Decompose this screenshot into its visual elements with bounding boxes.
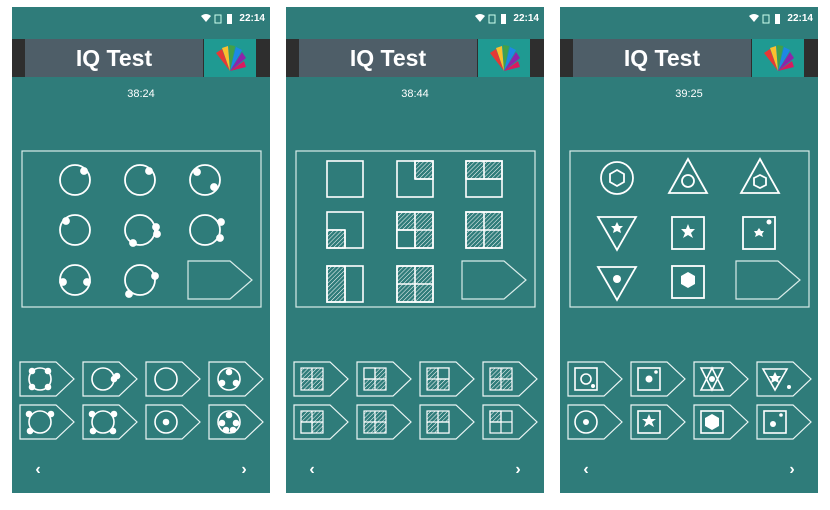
puzzle-cell-6 <box>742 216 776 250</box>
puzzle-cell-6 <box>465 211 503 249</box>
puzzle-cell-5 <box>671 216 705 250</box>
puzzle-cell-6 <box>189 214 225 246</box>
wifi-icon <box>749 14 759 22</box>
answer-option-2[interactable] <box>630 361 686 397</box>
answer-options <box>293 361 538 440</box>
status-icons <box>749 14 780 24</box>
answer-option-8[interactable] <box>482 404 538 440</box>
puzzle-cell-1 <box>600 161 634 195</box>
title-bar: IQ Test <box>560 39 818 77</box>
puzzle-cell-3 <box>465 160 503 198</box>
status-time: 22:14 <box>787 13 813 24</box>
puzzle-cell-2 <box>667 157 709 194</box>
answer-option-7[interactable] <box>419 404 475 440</box>
status-bar: 22:14 <box>560 7 818 31</box>
peacock-logo-icon <box>216 45 246 71</box>
answer-option-1[interactable] <box>293 361 349 397</box>
answer-option-7[interactable] <box>145 404 201 440</box>
puzzle-cell-3 <box>189 164 221 196</box>
answer-options <box>19 361 264 440</box>
puzzle-cell-5 <box>396 211 434 249</box>
status-time: 22:14 <box>513 13 539 24</box>
battery-icon <box>227 14 232 24</box>
answer-option-8[interactable] <box>208 404 264 440</box>
puzzle-cell-4 <box>326 211 364 249</box>
answer-option-1[interactable] <box>19 361 75 397</box>
timer: 38:24 <box>127 88 155 100</box>
app-title: IQ Test <box>299 39 477 77</box>
answer-option-4[interactable] <box>756 361 812 397</box>
answer-option-7[interactable] <box>693 404 749 440</box>
missing-answer-slot <box>735 260 801 300</box>
answer-options <box>567 361 812 440</box>
puzzle-cell-5 <box>124 214 161 247</box>
answer-option-5[interactable] <box>293 404 349 440</box>
puzzle-cell-3 <box>739 157 781 194</box>
puzzle-cell-2 <box>396 160 434 198</box>
phone-screen-3: 22:14 IQ Test 39:25 ‹ › <box>560 7 818 493</box>
puzzle-grid <box>569 150 810 308</box>
no-sim-icon <box>488 14 496 24</box>
missing-answer-slot <box>461 260 527 300</box>
title-bar: IQ Test <box>12 39 270 77</box>
peacock-logo-icon <box>764 45 794 71</box>
peacock-logo-icon <box>490 45 520 71</box>
status-time: 22:14 <box>239 13 265 24</box>
puzzle-cell-7 <box>326 265 364 303</box>
next-button[interactable]: › <box>781 459 803 481</box>
previous-button[interactable]: ‹ <box>27 459 49 481</box>
answer-option-3[interactable] <box>419 361 475 397</box>
answer-option-3[interactable] <box>693 361 749 397</box>
status-bar: 22:14 <box>12 7 270 31</box>
puzzle-cell-4 <box>596 216 638 252</box>
status-icons <box>475 14 506 24</box>
app-logo <box>204 39 256 77</box>
title-bar: IQ Test <box>286 39 544 77</box>
next-button[interactable]: › <box>507 459 529 481</box>
wifi-icon <box>201 14 211 22</box>
answer-option-2[interactable] <box>82 361 138 397</box>
answer-option-6[interactable] <box>82 404 138 440</box>
app-title: IQ Test <box>573 39 751 77</box>
answer-option-5[interactable] <box>19 404 75 440</box>
puzzle-cell-7 <box>596 266 638 302</box>
puzzle-cell-7 <box>59 264 91 296</box>
answer-option-6[interactable] <box>630 404 686 440</box>
answer-option-4[interactable] <box>482 361 538 397</box>
answer-option-4[interactable] <box>208 361 264 397</box>
next-button[interactable]: › <box>233 459 255 481</box>
answer-option-5[interactable] <box>567 404 623 440</box>
status-bar: 22:14 <box>286 7 544 31</box>
puzzle-grid <box>295 150 536 308</box>
answer-option-2[interactable] <box>356 361 412 397</box>
answer-option-8[interactable] <box>756 404 812 440</box>
puzzle-cell-8 <box>124 264 159 298</box>
wifi-icon <box>475 14 485 22</box>
no-sim-icon <box>762 14 770 24</box>
no-sim-icon <box>214 14 222 24</box>
app-title: IQ Test <box>25 39 203 77</box>
puzzle-cell-1 <box>59 164 91 196</box>
puzzle-cell-4 <box>59 214 91 246</box>
puzzle-cell-2 <box>124 164 156 196</box>
phone-screen-2: 22:14 IQ Test 38:44 ‹ › <box>286 7 544 493</box>
previous-button[interactable]: ‹ <box>301 459 323 481</box>
battery-icon <box>501 14 506 24</box>
puzzle-cell-8 <box>396 265 434 303</box>
previous-button[interactable]: ‹ <box>575 459 597 481</box>
puzzle-grid <box>21 150 262 308</box>
app-logo <box>478 39 530 77</box>
phone-screen-1: 22:14 IQ Test 38:24 ‹ › <box>12 7 270 493</box>
timer: 39:25 <box>675 88 703 100</box>
app-logo <box>752 39 804 77</box>
battery-icon <box>775 14 780 24</box>
answer-option-3[interactable] <box>145 361 201 397</box>
answer-option-1[interactable] <box>567 361 623 397</box>
status-icons <box>201 14 232 24</box>
puzzle-cell-1 <box>326 160 364 198</box>
timer: 38:44 <box>401 88 429 100</box>
puzzle-cell-8 <box>671 265 705 299</box>
missing-answer-slot <box>187 260 253 300</box>
answer-option-6[interactable] <box>356 404 412 440</box>
